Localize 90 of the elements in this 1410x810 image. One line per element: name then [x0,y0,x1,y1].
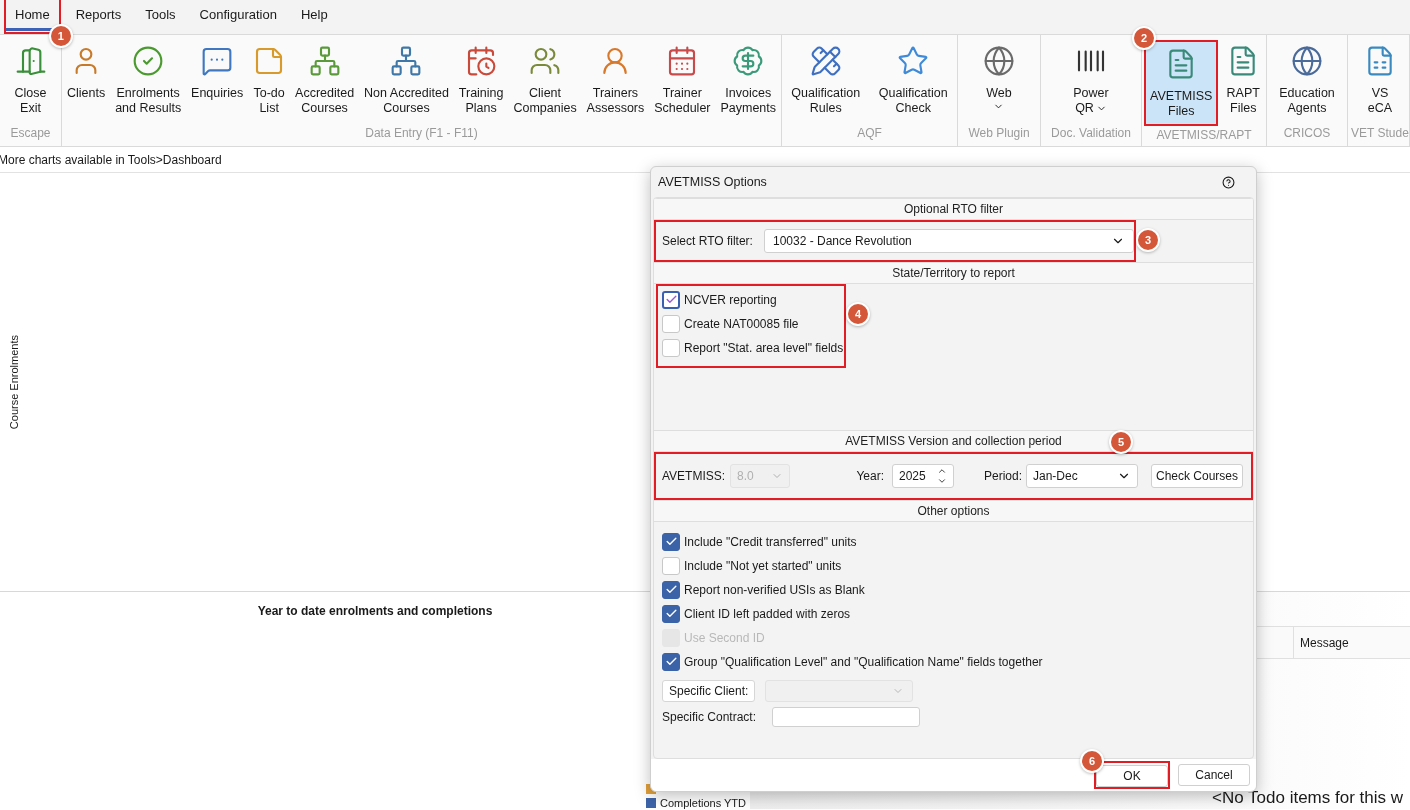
checkbox[interactable] [662,580,680,599]
ribbon-button[interactable]: Close Exit [10,39,51,121]
field-label: AVETMISS: [662,468,727,485]
checkbox-label: NCVER reporting [684,291,777,309]
dollar-badge-icon [732,45,765,77]
help-icon[interactable] [1222,175,1235,189]
ribbon-button[interactable]: Trainers Assessors [582,39,649,121]
axis-label: Course Enrolments [7,334,21,430]
pencil-ruler-icon [809,45,842,77]
checkbox-label: Use Second ID [684,629,765,647]
group-label: VET Stude [1350,125,1409,142]
menu-tab[interactable]: Help [291,1,337,31]
checkbox-label: Create NAT00085 file [684,315,799,333]
globe-icon [1291,45,1323,77]
step-badge: 5 [1111,432,1131,452]
checkbox-label: Include "Not yet started" units [684,557,842,575]
group-label: Data Entry (F1 - F11) [364,125,479,142]
group-label: Doc. Validation [1050,125,1132,142]
check-circle-icon [132,45,165,77]
ribbon-button[interactable]: Enrolments and Results [111,39,186,121]
step-badge: 3 [1138,230,1158,250]
globe-icon [983,45,1015,77]
ribbon-button[interactable]: Training Plans [454,39,508,121]
check-courses-button[interactable]: Check Courses [1150,464,1243,488]
year-spinner[interactable]: 2025 [892,464,954,488]
group-label: CRICOS [1282,125,1332,142]
star-icon [897,45,930,77]
section-header: Other options [654,500,1253,522]
check-icon [664,655,678,668]
hierarchy-icon [390,45,423,77]
field-label: Specific Contract: [662,709,758,726]
step-badge: 6 [1082,751,1102,771]
ribbon-button[interactable]: Qualification Check [874,39,952,121]
step-badge: 2 [1134,28,1155,48]
checkbox-label: Include "Credit transferred" units [684,533,857,551]
group-label: AVETMISS/RAPT [1155,127,1253,144]
group-label: Escape [9,125,52,142]
step-badge: 4 [848,304,868,324]
dialog-button[interactable]: OK [1096,765,1168,787]
checkbox[interactable] [662,604,680,623]
people-icon [529,45,562,77]
ribbon-button[interactable]: Accredited Courses [291,39,359,121]
calendar-clock-icon [465,45,498,77]
specific-client-button[interactable]: Specific Client: [662,680,756,702]
ribbon-button[interactable]: Power QR [1069,39,1113,121]
door-icon [14,45,47,77]
field-label: Select RTO filter: [662,233,754,250]
checkbox[interactable] [662,532,680,551]
menu-tab[interactable]: Configuration [190,1,286,31]
step-badge: 1 [50,26,71,46]
speech-bubble-icon [201,45,234,77]
section-header: Optional RTO filter [654,198,1253,220]
checkbox-label: Report "Stat. area level" fields [684,339,844,357]
legend-label: Completions YTD [660,797,746,809]
ribbon-button[interactable]: Invoices Payments [716,39,781,121]
check-icon [664,293,678,306]
ribbon-button[interactable]: AVETMISS Files [1146,42,1217,124]
group-label: AQF [856,125,883,142]
field-label: Period: [984,468,1024,485]
ribbon-button[interactable]: Trainer Scheduler [650,39,715,121]
ribbon-button[interactable]: VS eCA [1360,39,1400,121]
ribbon-button[interactable]: To-do List [249,39,290,121]
chart-title: Year to date enrolments and completions [257,603,493,620]
check-icon [664,535,678,548]
checkbox-label: Report non-verified USIs as Blank [684,581,865,599]
ribbon-button[interactable]: RAPT Files [1222,39,1264,121]
hierarchy-icon [308,45,341,77]
checkbox[interactable] [662,290,680,309]
section-header: State/Territory to report [654,262,1253,284]
ribbon-button[interactable]: Non Accredited Courses [360,39,453,121]
ribbon-button[interactable]: Enquiries [187,39,248,121]
check-icon [664,607,678,620]
menu-tab[interactable]: Tools [136,1,185,31]
input-field[interactable] [772,707,920,727]
column-header: Message [1299,634,1350,652]
dropdown[interactable]: 10032 - Dance Revolution [764,229,1134,253]
group-label: Web Plugin [967,125,1031,142]
ribbon-button[interactable]: Qualification Rules [787,39,865,121]
dialog-title: AVETMISS Options [658,173,767,191]
dialog-button[interactable]: Cancel [1178,764,1250,786]
checkbox[interactable] [662,652,680,671]
ribbon-button[interactable]: Client Companies [509,39,581,121]
dropdown[interactable]: Jan-Dec [1026,464,1138,488]
check-icon [664,583,678,596]
checkbox-label: Group "Qualification Level" and "Qualification Name" fields together [684,653,1043,671]
ribbon-button[interactable]: Web [979,39,1019,121]
checkbox-label: Client ID left padded with zeros [684,605,851,623]
field-label: Year: [855,468,885,485]
ribbon-button[interactable]: Education Agents [1275,39,1339,121]
empty-message: <No Todo items for this w [1212,787,1404,809]
